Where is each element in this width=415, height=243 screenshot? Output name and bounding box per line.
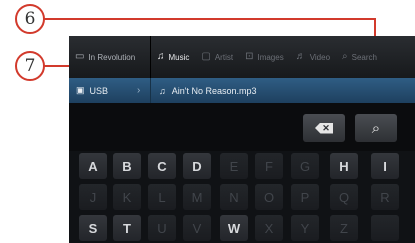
key-a[interactable]: A	[79, 153, 107, 179]
key-d[interactable]: D	[183, 153, 211, 179]
tab-video[interactable]: ♬ Video	[290, 36, 336, 78]
tab-search-label: Search	[351, 52, 377, 62]
music-note-icon: ♫	[157, 51, 165, 62]
callout-7: 7	[15, 51, 45, 81]
key-w[interactable]: W	[220, 215, 248, 241]
key-o: O	[255, 184, 283, 210]
key-k: K	[113, 184, 141, 210]
tab-search[interactable]: ⌕ Search	[336, 36, 383, 78]
search-button[interactable]: ⌕	[355, 114, 397, 142]
key-c[interactable]: C	[148, 153, 176, 179]
key-z: Z	[330, 215, 358, 241]
keyboard-row: JKLMNOPQR	[69, 182, 415, 212]
key-f: F	[255, 153, 283, 179]
callout-6-leader	[44, 18, 376, 20]
tab-images-label: Images	[257, 52, 284, 62]
key-n: N	[220, 184, 248, 210]
keyboard-row: STUVWXYZ	[69, 213, 415, 243]
device-icon: ▭	[75, 51, 85, 62]
search-input-bar[interactable]: ✕ ⌕	[69, 103, 415, 151]
callout-7-number: 7	[24, 56, 36, 76]
music-note-icon: ♫	[159, 85, 166, 96]
tab-video-label: Video	[309, 52, 331, 62]
key-t[interactable]: T	[113, 215, 141, 241]
now-playing-filename: Ain't No Reason.mp3	[171, 85, 257, 96]
keyboard-row: ABCDEFGHI	[69, 151, 415, 181]
callout-6-number: 6	[24, 9, 36, 29]
key-v: V	[183, 215, 211, 241]
key-r: R	[371, 184, 399, 210]
key-j: J	[79, 184, 107, 210]
key-x: X	[255, 215, 283, 241]
key-p: P	[291, 184, 319, 210]
backspace-icon: ✕	[315, 122, 333, 134]
key-y: Y	[291, 215, 319, 241]
source-tab-bar: ▭ In Revolution ♫ Music ▢ Artist ⊡ Image…	[69, 36, 415, 78]
usb-drive-icon: ▣	[76, 85, 85, 95]
tab-artist[interactable]: ▢ Artist	[195, 36, 239, 78]
search-icon: ⌕	[371, 119, 381, 137]
on-screen-keyboard: ABCDEFGHIJKLMNOPQRSTUVWXYZ	[69, 151, 415, 243]
key-s[interactable]: S	[79, 215, 107, 241]
tab-music[interactable]: ♫ Music	[151, 36, 195, 78]
media-browser-screen: ▭ In Revolution ♫ Music ▢ Artist ⊡ Image…	[69, 36, 415, 243]
key-b[interactable]: B	[113, 153, 141, 179]
callout-6: 6	[15, 4, 45, 34]
key-u: U	[148, 215, 176, 241]
key-m: M	[183, 184, 211, 210]
key-l: L	[148, 184, 176, 210]
breadcrumb-file: ♫ Ain't No Reason.mp3	[151, 86, 257, 96]
tab-music-label: Music	[168, 52, 190, 62]
key-i[interactable]: I	[371, 153, 399, 179]
breadcrumb: ▣ USB › ♫ Ain't No Reason.mp3	[69, 78, 415, 103]
video-icon: ♬	[295, 51, 306, 62]
breadcrumb-source-label: USB	[89, 85, 109, 96]
key-g: G	[291, 153, 319, 179]
image-icon: ⊡	[245, 51, 254, 62]
tab-images[interactable]: ⊡ Images	[239, 36, 290, 78]
artist-icon: ▢	[201, 51, 211, 62]
search-icon: ⌕	[342, 51, 348, 62]
key-blank	[371, 215, 399, 241]
tab-source[interactable]: ▭ In Revolution	[69, 36, 151, 78]
key-q: Q	[330, 184, 358, 210]
tab-source-label: In Revolution	[88, 52, 136, 62]
tab-artist-label: Artist	[214, 52, 234, 62]
backspace-button[interactable]: ✕	[303, 114, 345, 142]
key-h[interactable]: H	[330, 153, 358, 179]
key-e: E	[220, 153, 248, 179]
